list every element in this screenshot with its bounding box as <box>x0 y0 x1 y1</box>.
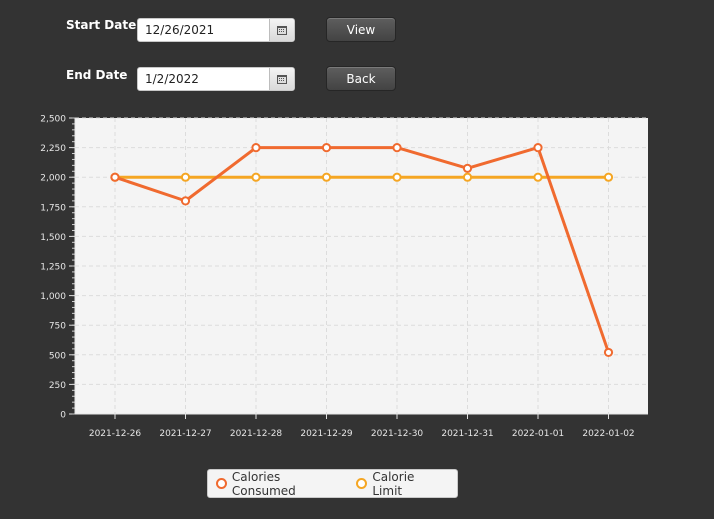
x-tick-label: 2021-12-27 <box>159 429 211 439</box>
data-point-limit <box>321 172 332 182</box>
data-point-consumed <box>462 163 473 173</box>
x-tick-label: 2021-12-28 <box>230 429 283 439</box>
chart-legend: Calories Consumed Calorie Limit <box>207 469 458 498</box>
x-tick-label: 2021-12-31 <box>441 429 493 439</box>
data-point-limit <box>462 172 473 182</box>
legend-label-limit: Calorie Limit <box>372 469 415 498</box>
data-point-limit <box>180 172 191 182</box>
x-tick-label: 2022-01-02 <box>582 429 634 439</box>
y-tick-label: 2,250 <box>40 144 66 154</box>
data-point-limit <box>603 172 614 182</box>
legend-label-consumed: Calories Consumed <box>231 469 296 498</box>
y-tick-label: 750 <box>49 322 66 332</box>
y-tick-label: 2,500 <box>40 115 66 125</box>
data-point-consumed <box>533 143 543 153</box>
y-tick-label: 1,000 <box>40 292 66 302</box>
data-point-consumed <box>392 143 402 153</box>
y-tick-label: 2,000 <box>40 174 66 184</box>
data-point-consumed <box>110 172 120 182</box>
legend-item-consumed: Calories Consumed <box>216 470 346 498</box>
legend-symbol-limit <box>356 478 368 489</box>
x-tick-label: 2022-01-01 <box>512 429 564 439</box>
data-point-limit <box>533 172 543 182</box>
legend-item-limit: Calorie Limit <box>356 470 447 498</box>
data-point-consumed <box>603 347 614 358</box>
y-tick-label: 1,500 <box>40 233 66 243</box>
y-tick-label: 500 <box>49 351 66 361</box>
data-point-consumed <box>251 143 261 153</box>
y-tick-label: 0 <box>60 411 66 421</box>
x-tick-label: 2021-12-30 <box>371 429 424 439</box>
data-point-limit <box>392 172 402 182</box>
y-tick-label: 250 <box>49 381 66 391</box>
x-tick-label: 2021-12-29 <box>300 429 353 439</box>
y-tick-label: 1,250 <box>40 263 66 273</box>
y-tick-label: 1,750 <box>40 203 66 213</box>
legend-symbol-consumed <box>216 478 227 489</box>
calorie-line-chart: 0 250 500 750 1,000 1,250 1,500 1,750 2,000 2,250… <box>40 115 648 439</box>
x-tick-label: 2021-12-26 <box>89 429 142 439</box>
data-point-consumed <box>321 143 332 153</box>
data-point-limit <box>251 172 261 182</box>
data-point-consumed <box>180 196 191 206</box>
